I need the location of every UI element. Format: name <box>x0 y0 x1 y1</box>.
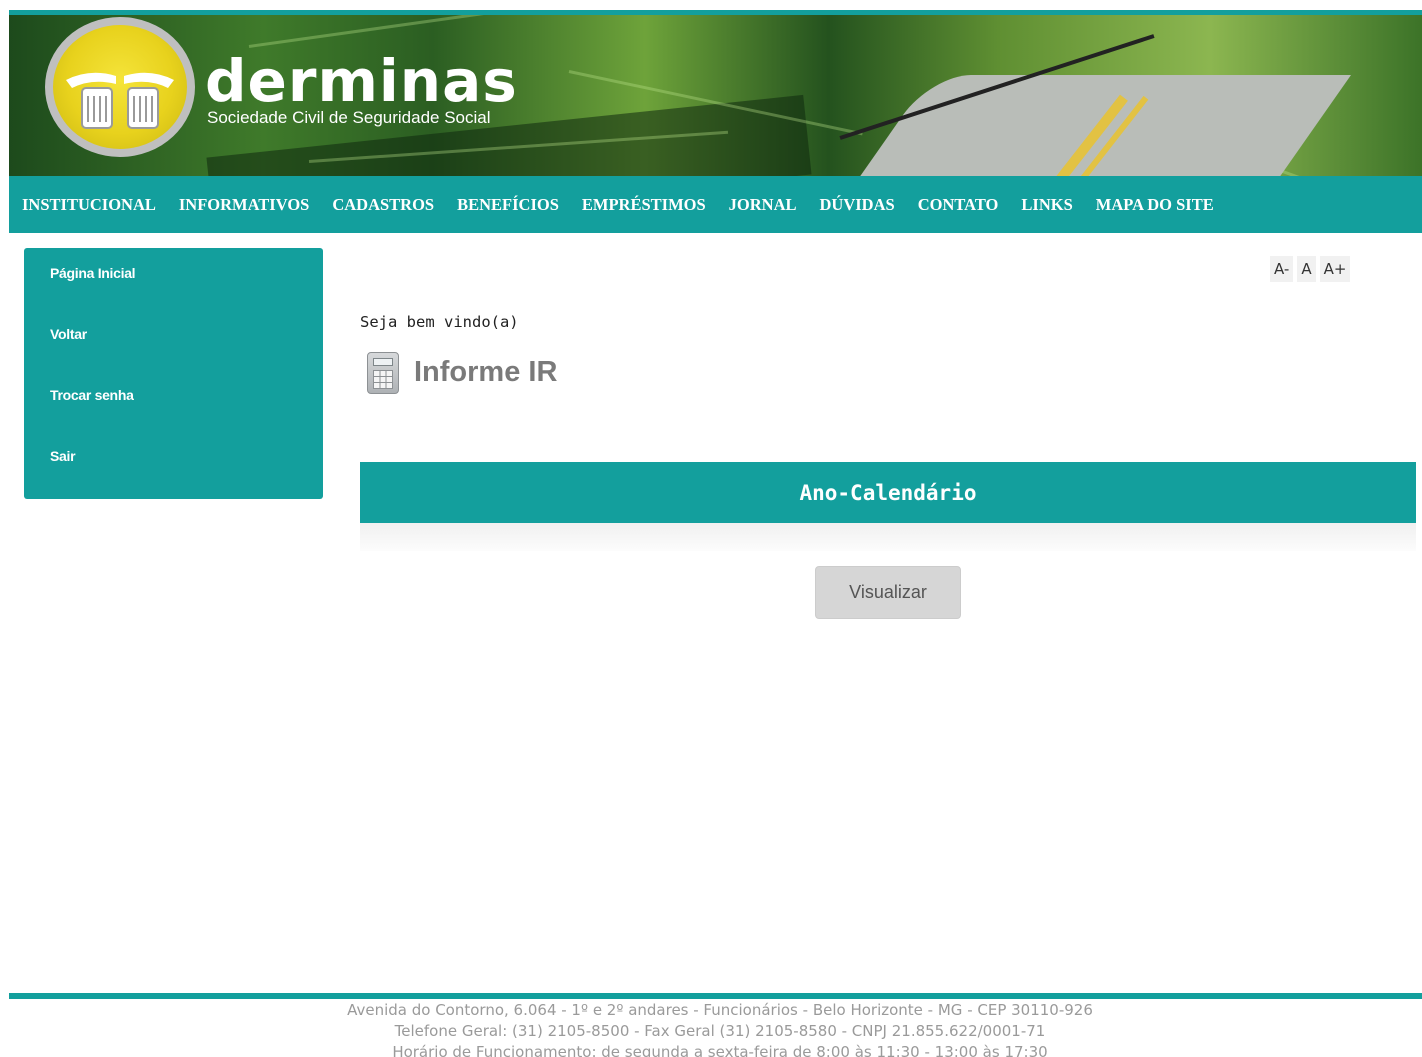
sidebar-item-voltar[interactable]: Voltar <box>50 326 87 342</box>
nav-item-emprestimos[interactable]: EMPRÉSTIMOS <box>582 195 706 215</box>
nav-item-beneficios[interactable]: BENEFÍCIOS <box>457 195 559 215</box>
footer-hours: Horário de Funcionamento: de segunda a s… <box>392 1043 1048 1057</box>
footer: Avenida do Contorno, 6.064 - 1º e 2º and… <box>0 1000 1422 1057</box>
font-size-controls: A- A A+ <box>1270 256 1351 282</box>
sidebar-item-sair[interactable]: Sair <box>50 448 76 464</box>
year-header: Ano-Calendário <box>360 462 1416 523</box>
nav-item-cadastros[interactable]: CADASTROS <box>332 195 434 215</box>
calculator-icon <box>367 352 399 394</box>
font-increase-button[interactable]: A+ <box>1319 256 1351 282</box>
calculator-screen <box>373 358 393 366</box>
font-decrease-button[interactable]: A- <box>1270 256 1294 282</box>
footer-phones: Telefone Geral: (31) 2105-8500 - Fax Ger… <box>394 1022 1046 1040</box>
nav-item-contato[interactable]: CONTATO <box>918 195 999 215</box>
visualizar-button[interactable]: Visualizar <box>815 566 961 619</box>
nav-item-mapa-do-site[interactable]: MAPA DO SITE <box>1096 195 1214 215</box>
nav-item-jornal[interactable]: JORNAL <box>729 195 797 215</box>
sidebar-item-trocar-senha[interactable]: Trocar senha <box>50 387 134 403</box>
hands-icon <box>66 72 174 129</box>
nav-item-links[interactable]: LINKS <box>1021 195 1072 215</box>
nav-item-duvidas[interactable]: DÚVIDAS <box>820 195 895 215</box>
sidebar-menu: Página Inicial Voltar Trocar senha Sair <box>24 248 323 499</box>
footer-line <box>9 993 1422 999</box>
year-row <box>360 523 1416 551</box>
font-reset-button[interactable]: A <box>1297 256 1316 282</box>
calculator-keys <box>373 370 393 389</box>
nav-item-informativos[interactable]: INFORMATIVOS <box>179 195 309 215</box>
banner-streak <box>248 15 626 48</box>
footer-address: Avenida do Contorno, 6.064 - 1º e 2º and… <box>347 1001 1093 1019</box>
main-nav: INSTITUCIONAL INFORMATIVOS CADASTROS BEN… <box>9 176 1422 233</box>
page-title: Informe IR <box>414 356 558 388</box>
welcome-text: Seja bem vindo(a) <box>360 313 519 331</box>
nav-item-institucional[interactable]: INSTITUCIONAL <box>22 195 156 215</box>
sidebar-item-pagina-inicial[interactable]: Página Inicial <box>50 265 136 281</box>
brand-name[interactable]: Derminas <box>205 52 518 110</box>
brand-tagline: Sociedade Civil de Seguridade Social <box>207 108 491 127</box>
